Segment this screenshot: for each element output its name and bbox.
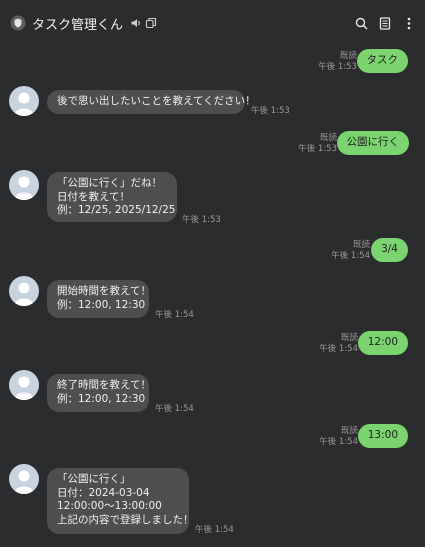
outgoing-bubble[interactable]: 公園に行く: [336, 131, 409, 155]
bot-avatar[interactable]: [9, 86, 39, 116]
user-silhouette-icon: [14, 470, 34, 494]
message-meta: 既読 午後 1:53: [318, 51, 357, 73]
note-icon: [379, 16, 391, 30]
timestamp: 午後 1:54: [319, 344, 358, 354]
search-icon: [355, 17, 368, 30]
chat-title: タスク管理くん: [32, 17, 124, 33]
outgoing-bubble[interactable]: タスク: [356, 49, 408, 73]
outgoing-bubble[interactable]: 13:00: [357, 424, 408, 448]
chat-header: タスク管理くん: [0, 0, 425, 46]
read-receipt: 既読: [340, 426, 358, 436]
incoming-bubble[interactable]: 後で思い出したいことを教えてください！: [47, 90, 256, 114]
user-silhouette-icon: [14, 376, 34, 400]
search-button[interactable]: [353, 15, 369, 31]
chat-area[interactable]: 既読 午後 1:53 タスク 後で思い出したいことを教えてください！ 午後 1:…: [0, 46, 425, 547]
bot-avatar[interactable]: [9, 276, 39, 306]
incoming-bubble[interactable]: 開始時間を教えて！ 例：12:00, 12:30: [47, 280, 151, 318]
incoming-bubble[interactable]: 「公園に行く」 日付：2024-03-04 12:00:00〜13:00:00 …: [47, 468, 194, 534]
timestamp: 午後 1:54: [155, 310, 194, 320]
timestamp: 午後 1:53: [318, 62, 357, 72]
timestamp: 午後 1:54: [319, 437, 358, 447]
read-receipt: 既読: [319, 133, 337, 143]
bot-avatar[interactable]: [9, 370, 39, 400]
timestamp: 午後 1:54: [331, 251, 370, 261]
timestamp: 午後 1:54: [195, 525, 234, 535]
message-meta: 既読 午後 1:54: [319, 426, 358, 448]
user-silhouette-icon: [14, 282, 34, 306]
incoming-bubble[interactable]: 「公園に行く」だね！ 日付を教えて！ 例：12/25, 2025/12/25: [47, 172, 177, 222]
incoming-bubble[interactable]: 終了時間を教えて！ 例：12:00, 12:30: [47, 374, 151, 412]
outgoing-bubble[interactable]: 3/4: [371, 238, 408, 262]
timestamp: 午後 1:53: [298, 144, 337, 154]
timestamp: 午後 1:53: [251, 106, 290, 116]
copy-icon: [145, 17, 157, 29]
message-meta: 既読 午後 1:53: [298, 133, 337, 155]
note-button[interactable]: [377, 15, 393, 31]
speaker-icon: [131, 19, 140, 27]
read-receipt: 既読: [339, 51, 357, 61]
user-silhouette-icon: [14, 176, 34, 200]
more-vertical-icon: [407, 17, 411, 29]
user-silhouette-icon: [14, 92, 34, 116]
message-meta: 既読 午後 1:54: [319, 333, 358, 355]
timestamp: 午後 1:53: [182, 215, 221, 225]
outgoing-bubble[interactable]: 12:00: [357, 331, 408, 355]
more-menu-button[interactable]: [401, 15, 417, 31]
bot-avatar[interactable]: [9, 464, 39, 494]
bot-avatar[interactable]: [9, 170, 39, 200]
message-meta: 既読 午後 1:54: [331, 240, 370, 262]
shield-icon: [10, 15, 26, 31]
read-receipt: 既読: [340, 333, 358, 343]
read-receipt: 既読: [352, 240, 370, 250]
timestamp: 午後 1:54: [155, 404, 194, 414]
